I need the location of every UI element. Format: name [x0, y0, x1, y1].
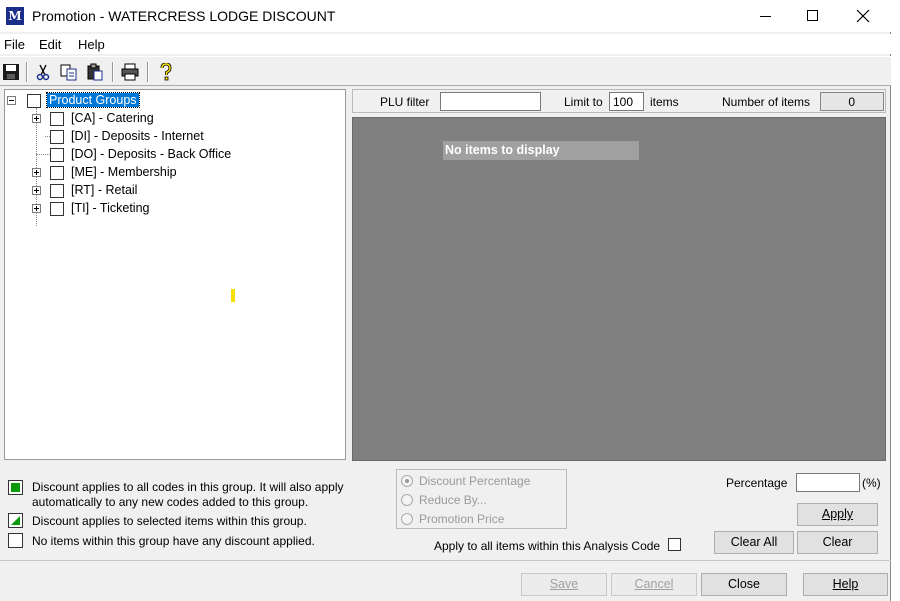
tree-checkbox[interactable] [50, 148, 64, 162]
tree-checkbox[interactable] [50, 184, 64, 198]
paste-icon[interactable] [86, 63, 104, 81]
tree-checkbox[interactable] [50, 166, 64, 180]
menu-file[interactable]: File [4, 37, 25, 52]
footer-divider [0, 560, 891, 561]
tree-item-label[interactable]: [DO] - Deposits - Back Office [71, 147, 231, 161]
help-button[interactable]: Help [803, 573, 888, 596]
plu-filter-bar: PLU filter Limit to items Number of item… [352, 89, 886, 113]
tree-item-label[interactable]: [TI] - Ticketing [71, 201, 150, 215]
maximize-button[interactable] [790, 0, 836, 32]
legend-full-text: Discount applies to all codes in this gr… [32, 480, 344, 509]
tree-item-label[interactable]: [RT] - Retail [71, 183, 137, 197]
toolbar-separator [112, 62, 114, 82]
radio-label: Reduce By... [419, 493, 487, 507]
tree-item-label[interactable]: [ME] - Membership [71, 165, 177, 179]
menu-help[interactable]: Help [78, 37, 105, 52]
promotion-window: M Promotion - WATERCRESS LODGE DISCOUNT … [0, 0, 891, 601]
percentage-input[interactable] [796, 473, 860, 492]
clear-all-button-label: Clear All [730, 535, 778, 549]
discount-type-group: Discount Percentage Reduce By... Promoti… [396, 469, 567, 529]
close-button[interactable]: Close [701, 573, 787, 596]
legend-partial-text: Discount applies to selected items withi… [32, 514, 307, 528]
no-discount-icon [8, 533, 23, 548]
collapse-icon[interactable] [7, 96, 16, 105]
no-items-message: No items to display [443, 141, 639, 160]
maximize-icon [807, 10, 818, 21]
tree-item-label[interactable]: [CA] - Catering [71, 111, 154, 125]
menu-bar: File Edit Help [0, 34, 891, 54]
limit-input[interactable] [609, 92, 644, 111]
apply-button-label: Apply [821, 507, 854, 521]
partial-discount-icon [8, 513, 23, 528]
radio-label: Promotion Price [419, 512, 505, 526]
radio-reduce-by[interactable] [401, 494, 413, 506]
apply-all-label: Apply to all items within this Analysis … [434, 539, 661, 553]
close-icon [856, 9, 870, 23]
tree-checkbox[interactable] [50, 130, 64, 144]
tree-checkbox[interactable] [50, 202, 64, 216]
radio-promotion-price[interactable] [401, 513, 413, 525]
tree-checkbox[interactable] [27, 94, 41, 108]
expand-icon[interactable] [32, 168, 41, 177]
items-list[interactable]: No items to display [352, 117, 886, 461]
tree-connector [36, 154, 50, 155]
full-discount-icon [8, 480, 23, 495]
tree-item-label[interactable]: [DI] - Deposits - Internet [71, 129, 204, 143]
close-window-button[interactable] [840, 0, 886, 32]
text-cursor-marker [231, 289, 235, 302]
apply-button[interactable]: Apply [797, 503, 878, 526]
plu-filter-label: PLU filter [380, 95, 430, 109]
toolbar-separator [26, 62, 28, 82]
product-group-tree[interactable]: Product Groups [CA] - Catering [DI] - De… [4, 89, 346, 460]
toolbar [0, 56, 891, 86]
close-button-label: Close [728, 577, 760, 591]
clear-button-label: Clear [822, 535, 853, 549]
copy-icon[interactable] [60, 63, 78, 81]
minimize-icon [760, 16, 771, 17]
help-button-label: Help [832, 577, 859, 591]
clear-button[interactable]: Clear [797, 531, 878, 554]
number-of-items-value: 0 [820, 92, 884, 111]
number-of-items-label: Number of items [722, 95, 811, 109]
help-icon[interactable] [157, 63, 175, 81]
plu-filter-input[interactable] [440, 92, 541, 111]
app-icon: M [6, 7, 24, 25]
menu-edit[interactable]: Edit [39, 37, 61, 52]
legend-none-text: No items within this group have any disc… [32, 534, 315, 548]
save-icon[interactable] [2, 63, 20, 81]
limit-label: Limit to [564, 95, 603, 109]
save-button-label: Save [549, 577, 579, 591]
apply-all-checkbox[interactable] [668, 538, 681, 551]
radio-label: Discount Percentage [419, 474, 531, 488]
tree-root-label[interactable]: Product Groups [46, 92, 140, 108]
clear-all-button[interactable]: Clear All [714, 531, 794, 554]
cancel-button[interactable]: Cancel [611, 573, 697, 596]
radio-discount-percentage[interactable] [401, 475, 413, 487]
percentage-label: Percentage [726, 476, 788, 490]
toolbar-separator [147, 62, 149, 82]
save-button[interactable]: Save [521, 573, 607, 596]
cut-icon[interactable] [34, 63, 52, 81]
expand-icon[interactable] [32, 204, 41, 213]
tree-checkbox[interactable] [50, 112, 64, 126]
items-label: items [650, 95, 679, 109]
percentage-unit: (%) [862, 476, 881, 490]
minimize-button[interactable] [742, 0, 788, 32]
cancel-button-label: Cancel [634, 577, 674, 591]
expand-icon[interactable] [32, 186, 41, 195]
window-title: Promotion - WATERCRESS LODGE DISCOUNT [32, 8, 336, 24]
print-icon[interactable] [121, 63, 139, 81]
expand-icon[interactable] [32, 114, 41, 123]
title-bar: M Promotion - WATERCRESS LODGE DISCOUNT [0, 0, 891, 32]
